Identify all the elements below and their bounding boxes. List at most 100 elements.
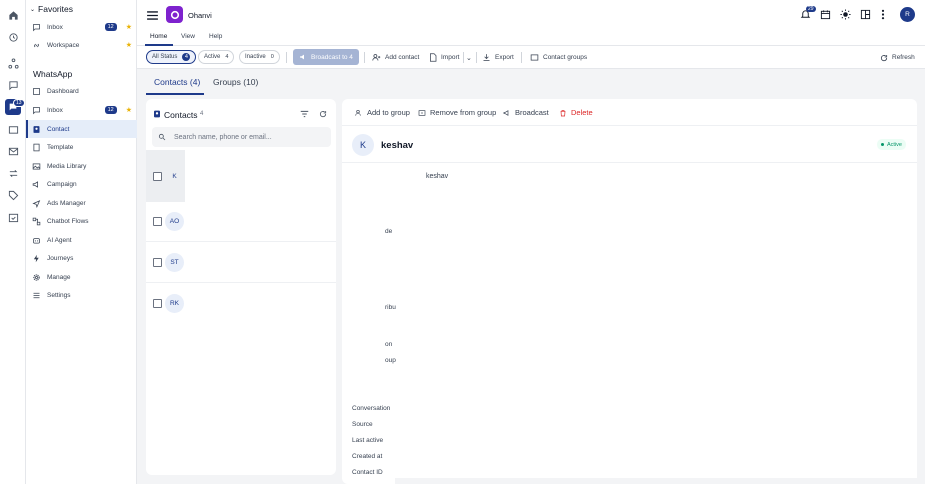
top-bar: Ohanvi 29 R [137, 0, 925, 30]
robot-icon [32, 236, 41, 245]
calendar-icon[interactable] [820, 9, 831, 20]
broadcast-action-button[interactable]: Broadcast [503, 108, 549, 117]
refresh-button[interactable]: Refresh [880, 50, 915, 65]
table-row[interactable]: AO [146, 202, 336, 242]
avatar[interactable]: R [900, 7, 915, 22]
theme-toggle-icon[interactable] [840, 9, 851, 20]
contact-avatar: RK [165, 294, 184, 313]
notification-badge: 29 [806, 6, 816, 12]
field-label-last-active: Last active [352, 437, 384, 444]
sidebar-item-campaign[interactable]: Campaign [26, 175, 137, 193]
field-fragment: de [385, 228, 393, 235]
sidebar-item-inbox[interactable]: Inbox 12 ★ [26, 101, 137, 119]
layout-icon[interactable] [860, 9, 871, 20]
delete-button[interactable]: Delete [559, 108, 593, 117]
tab-groups[interactable]: Groups (10) [213, 77, 258, 87]
mail-icon[interactable] [5, 143, 21, 159]
sidebar-item-contact[interactable]: Contact [26, 120, 137, 138]
ribbon-tabs: Home View Help [137, 30, 925, 46]
sidebar-item-ads-manager[interactable]: Ads Manager [26, 194, 137, 212]
star-icon[interactable]: ★ [126, 23, 132, 31]
favorites-header[interactable]: ⌄ Favorites [30, 4, 73, 14]
add-contact-button[interactable]: Add contact [372, 50, 419, 65]
favorite-item-workspace[interactable]: Workspace ★ [26, 36, 137, 54]
contact-name: keshav [381, 140, 414, 151]
chevron-down-icon: ⌄ [30, 6, 36, 13]
export-button[interactable]: Export [482, 50, 514, 65]
field-label-source: Source [352, 421, 373, 428]
star-icon[interactable]: ★ [126, 106, 132, 114]
search-icon [158, 133, 166, 141]
contact-avatar: K [172, 173, 177, 180]
whatsapp-section-header: WhatsApp [33, 69, 73, 79]
favorite-item-inbox[interactable]: Inbox 12 ★ [26, 18, 137, 36]
row-checkbox[interactable] [153, 299, 162, 308]
sidebar-item-journeys[interactable]: Journeys [26, 249, 137, 267]
list-count: 4 [200, 111, 204, 117]
sidebar-item-ai-agent[interactable]: AI Agent [26, 231, 137, 249]
chat-icon[interactable] [5, 77, 21, 93]
calendar-check-icon[interactable] [5, 209, 21, 225]
star-icon[interactable]: ★ [126, 41, 132, 49]
sidebar-item-chatbot-flows[interactable]: Chatbot Flows [26, 212, 137, 230]
tab-contacts[interactable]: Contacts (4) [154, 77, 200, 87]
import-dropdown[interactable]: ⌄ [466, 50, 472, 65]
remove-from-group-button[interactable]: Remove from group [418, 108, 496, 117]
table-row[interactable]: ST [146, 242, 336, 283]
import-button[interactable]: Import [429, 50, 459, 65]
store-icon[interactable] [5, 121, 21, 137]
tab-home[interactable]: Home [150, 33, 167, 40]
unread-badge: 12 [104, 23, 117, 31]
sidebar-item-dashboard[interactable]: Dashboard [26, 82, 137, 100]
table-row[interactable]: K [146, 150, 336, 202]
row-checkbox[interactable] [153, 258, 162, 267]
field-fragment: ribu [385, 304, 396, 311]
gap [395, 478, 925, 484]
add-to-group-button[interactable]: Add to group [355, 108, 410, 117]
dashboard-icon [32, 87, 41, 96]
broadcast-icon [503, 109, 511, 117]
tab-help[interactable]: Help [209, 33, 222, 40]
filter-icon[interactable] [300, 110, 309, 118]
template-icon [32, 143, 41, 152]
contact-groups-button[interactable]: Contact groups [530, 50, 587, 65]
menu-icon[interactable] [146, 9, 158, 21]
folder-icon [530, 53, 539, 62]
divider [463, 52, 464, 63]
filter-inactive[interactable]: Inactive 0 [239, 50, 280, 64]
tag-icon[interactable] [5, 187, 21, 203]
more-vertical-icon[interactable] [881, 9, 885, 20]
broadcast-button[interactable]: Broadcast to 4 [293, 49, 359, 65]
sidebar-item-manage[interactable]: Manage [26, 268, 137, 286]
home-icon[interactable] [5, 7, 21, 23]
swap-icon[interactable] [5, 165, 21, 181]
reload-icon[interactable] [319, 110, 327, 118]
settings-icon [32, 291, 41, 300]
filter-active[interactable]: Active 4 [198, 50, 235, 64]
row-checkbox[interactable] [153, 172, 162, 181]
bolt-icon [32, 254, 41, 263]
tab-view[interactable]: View [181, 33, 195, 40]
row-checkbox[interactable] [153, 217, 162, 226]
app-title: Ohanvi [188, 11, 212, 20]
chevron-down-icon: ⌄ [466, 54, 472, 62]
unread-badge: 12 [104, 106, 117, 114]
gap [336, 400, 342, 484]
sidebar-item-media-library[interactable]: Media Library [26, 157, 137, 175]
status-dot-icon [881, 143, 884, 146]
contact-avatar: ST [165, 253, 184, 272]
broadcast-icon [299, 53, 307, 61]
table-row[interactable]: RK [146, 283, 336, 324]
contact-avatar: AO [165, 212, 184, 231]
sidebar-item-template[interactable]: Template [26, 138, 137, 156]
history-icon[interactable] [5, 29, 21, 45]
inbox-icon [32, 106, 41, 115]
search-input[interactable]: Search name, phone or email... [152, 127, 331, 147]
link-icon [32, 41, 41, 50]
filter-all-status[interactable]: All Status 4 [146, 50, 197, 64]
network-icon[interactable] [5, 55, 21, 71]
contacts-icon [153, 110, 161, 118]
field-label-contact-id: Contact ID [352, 469, 383, 476]
sidebar-item-settings[interactable]: Settings [26, 286, 137, 304]
nav-rail: 13 [0, 0, 26, 484]
